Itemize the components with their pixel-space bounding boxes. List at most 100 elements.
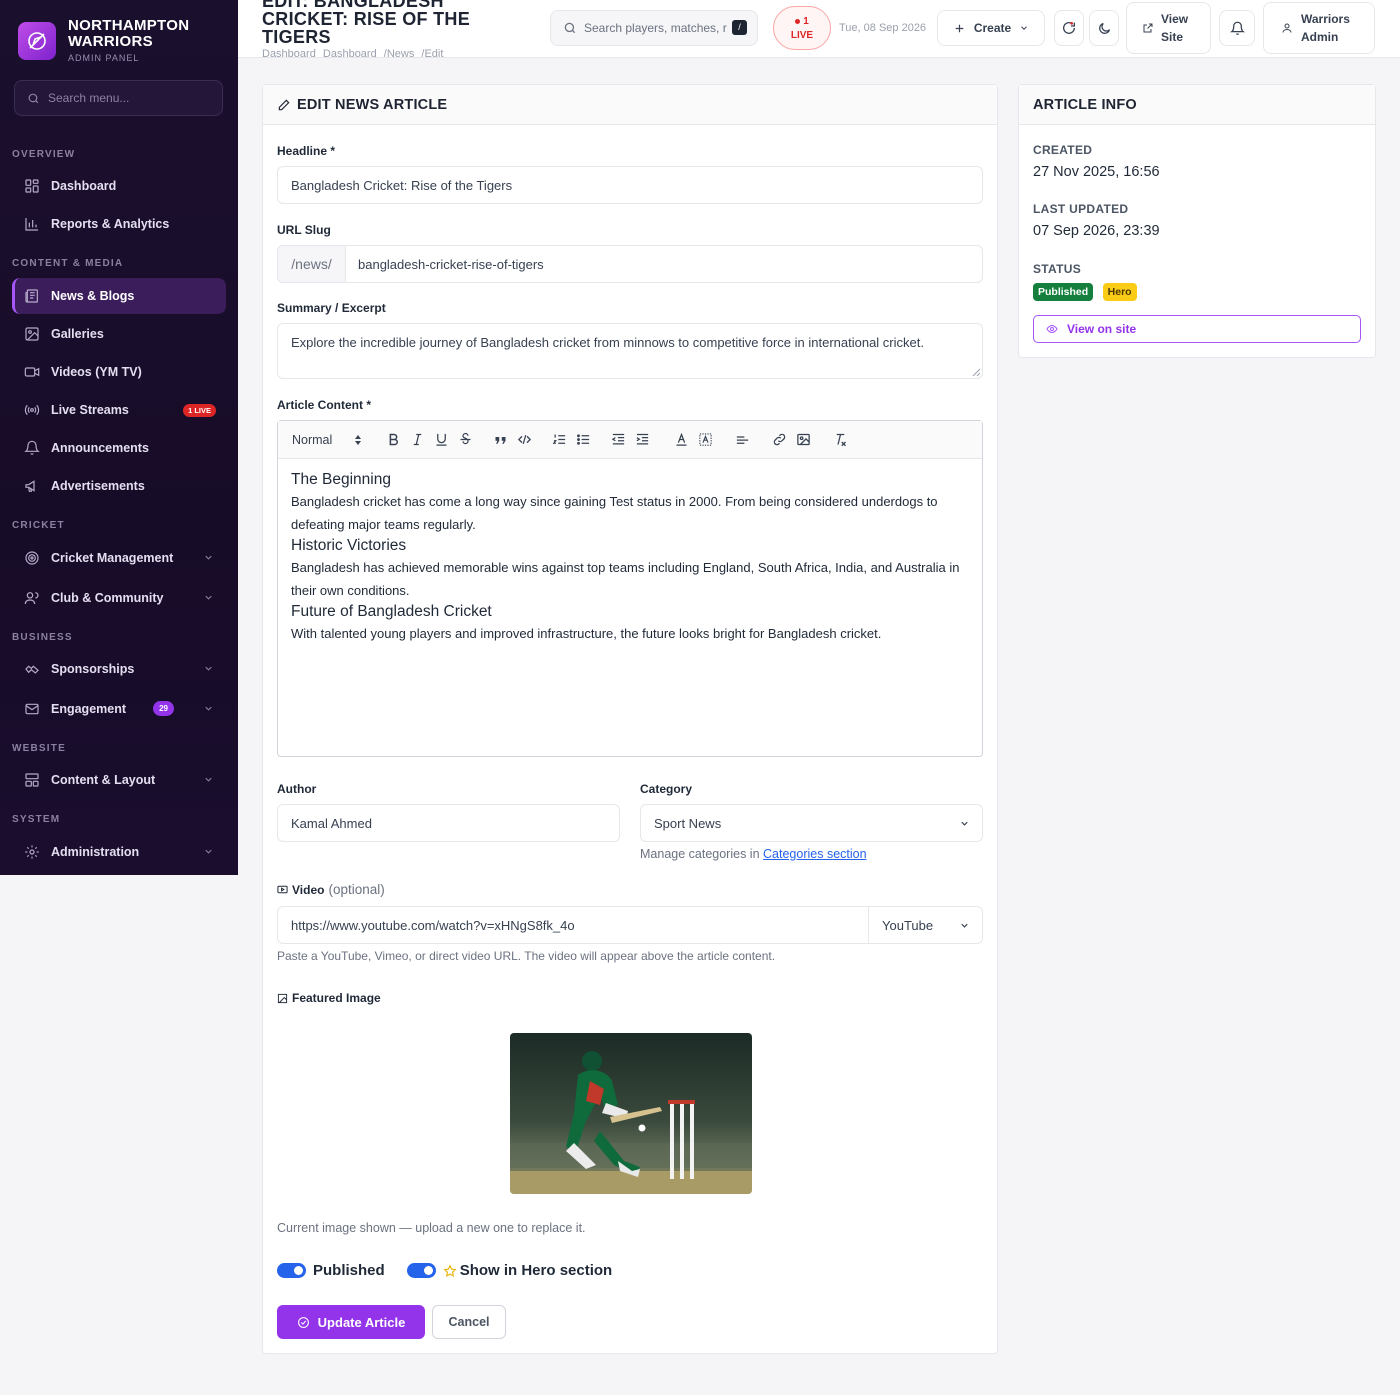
breadcrumb-item[interactable]: /News bbox=[384, 48, 415, 60]
update-article-button[interactable]: Update Article bbox=[277, 1305, 425, 1339]
featured-image-label-row: Featured Image bbox=[277, 991, 381, 1005]
notifications-button[interactable] bbox=[1219, 10, 1255, 46]
published-toggle[interactable] bbox=[277, 1263, 306, 1278]
headline-input[interactable]: Bangladesh Cricket: Rise of the Tigers bbox=[277, 166, 983, 204]
view-on-site-button[interactable]: View on site bbox=[1033, 315, 1361, 343]
blockquote-icon[interactable] bbox=[493, 432, 508, 447]
sidebar-search-input[interactable]: Search menu... bbox=[14, 80, 223, 116]
breadcrumb-item[interactable]: Dashboard bbox=[262, 48, 316, 60]
sidebar-item-announcements[interactable]: Announcements bbox=[12, 430, 226, 466]
live-badge: 1 LIVE bbox=[183, 404, 216, 417]
live-dot-icon bbox=[795, 18, 801, 24]
featured-image-preview[interactable] bbox=[510, 1033, 752, 1194]
rich-text-editor: Normal The Beginning Bangladesh cricket … bbox=[277, 420, 983, 757]
sidebar-item-label: Cricket Management bbox=[51, 551, 174, 565]
slug-input[interactable]: /news/ bangladesh-cricket-rise-of-tigers bbox=[277, 245, 983, 283]
summary-textarea[interactable]: Explore the incredible journey of Bangla… bbox=[277, 323, 983, 379]
breadcrumb-item[interactable]: Dashboard bbox=[323, 48, 377, 60]
section-content-media: CONTENT & MEDIA bbox=[12, 258, 124, 269]
sidebar-item-label: Announcements bbox=[51, 441, 149, 455]
indent-icon[interactable] bbox=[635, 432, 650, 447]
insert-image-icon[interactable] bbox=[796, 432, 811, 447]
global-search-input[interactable]: Search players, matches, r / bbox=[550, 10, 758, 46]
sidebar-item-label: Videos (YM TV) bbox=[51, 365, 142, 379]
sidebar-item-label: Advertisements bbox=[51, 479, 145, 493]
live-count: 1 bbox=[803, 16, 809, 27]
category-select[interactable]: Sport News bbox=[640, 804, 983, 842]
style-select[interactable]: Normal bbox=[292, 433, 332, 447]
sidebar-item-club-community[interactable]: Club & Community bbox=[12, 580, 226, 616]
content-paragraph: Bangladesh cricket has come a long way s… bbox=[291, 494, 938, 532]
ordered-list-icon[interactable] bbox=[552, 432, 567, 447]
editor-content[interactable]: The Beginning Bangladesh cricket has com… bbox=[278, 459, 982, 655]
video-url-input[interactable]: https://www.youtube.com/watch?v=xHNgS8fk… bbox=[277, 906, 869, 944]
handshake-icon bbox=[25, 665, 39, 674]
author-input[interactable]: Kamal Ahmed bbox=[277, 804, 620, 842]
update-label: Update Article bbox=[317, 1314, 406, 1330]
chevron-down-icon bbox=[1021, 26, 1028, 30]
hero-toggle[interactable] bbox=[406, 1263, 436, 1278]
live-indicator[interactable]: 1 LIVE bbox=[773, 6, 831, 50]
sidebar-item-label: Engagement bbox=[51, 702, 127, 716]
sidebar-item-dashboard[interactable]: Dashboard bbox=[12, 168, 226, 204]
code-icon[interactable] bbox=[517, 432, 532, 447]
topbar: EDIT: BANGLADESH CRICKET: RISE OF THE TI… bbox=[238, 0, 1400, 60]
content-label: Article Content * bbox=[277, 398, 372, 412]
bullet-list-icon[interactable] bbox=[576, 432, 591, 447]
refresh-icon bbox=[1063, 21, 1075, 34]
video-provider-select[interactable]: YouTube bbox=[869, 906, 983, 944]
underline-icon[interactable] bbox=[434, 432, 449, 447]
sidebar-item-engagement[interactable]: Engagement 29 bbox=[12, 691, 226, 727]
current-date: Tue, 08 Sep 2026 bbox=[839, 22, 927, 34]
status-badges: Published Hero bbox=[1033, 282, 1142, 301]
sidebar-item-administration[interactable]: Administration bbox=[12, 834, 226, 870]
link-icon[interactable] bbox=[772, 432, 787, 447]
sidebar-item-content-layout[interactable]: Content & Layout bbox=[12, 762, 226, 798]
sidebar-item-sponsorships[interactable]: Sponsorships bbox=[12, 651, 226, 687]
grid-icon bbox=[25, 179, 39, 193]
video-help: Paste a YouTube, Vimeo, or direct video … bbox=[277, 949, 776, 963]
section-overview: OVERVIEW bbox=[12, 149, 76, 160]
star-icon bbox=[443, 1263, 457, 1277]
sidebar-item-advertisements[interactable]: Advertisements bbox=[12, 468, 226, 504]
sidebar-item-live-streams[interactable]: Live Streams 1 LIVE bbox=[12, 392, 226, 428]
sidebar-item-galleries[interactable]: Galleries bbox=[12, 316, 226, 352]
content-heading: The Beginning bbox=[291, 471, 391, 488]
clear-format-icon[interactable] bbox=[833, 432, 848, 447]
status-badge-published: Published bbox=[1033, 283, 1094, 301]
sidebar-item-cricket-management[interactable]: Cricket Management bbox=[12, 540, 226, 576]
cancel-button[interactable]: Cancel bbox=[432, 1305, 506, 1339]
content-paragraph: With talented young players and improved… bbox=[291, 626, 882, 641]
user-menu[interactable]: Warriors Admin bbox=[1263, 2, 1375, 54]
italic-icon[interactable] bbox=[410, 432, 425, 447]
category-label: Category bbox=[640, 782, 693, 796]
refresh-button[interactable] bbox=[1054, 10, 1084, 46]
text-color-icon[interactable] bbox=[674, 432, 689, 447]
video-optional: (optional) bbox=[328, 882, 385, 897]
categories-link[interactable]: Categories section bbox=[763, 847, 867, 861]
moon-icon bbox=[1098, 22, 1110, 34]
create-label: Create bbox=[973, 21, 1012, 35]
create-button[interactable]: Create bbox=[937, 10, 1045, 46]
highlight-icon[interactable] bbox=[698, 432, 713, 447]
view-on-site-label: View on site bbox=[1067, 322, 1137, 336]
section-cricket: CRICKET bbox=[12, 520, 65, 531]
published-label: Published bbox=[313, 1262, 385, 1279]
view-site-button[interactable]: View Site bbox=[1126, 2, 1211, 54]
sidebar-item-reports[interactable]: Reports & Analytics bbox=[12, 206, 226, 242]
video-label: Video bbox=[292, 882, 325, 897]
brand[interactable]: NORTHAMPTON WARRIORS ADMIN PANEL bbox=[18, 18, 198, 63]
dark-mode-toggle[interactable] bbox=[1089, 10, 1119, 46]
sidebar-item-news[interactable]: News & Blogs bbox=[12, 278, 226, 314]
sidebar-item-videos[interactable]: Videos (YM TV) bbox=[12, 354, 226, 390]
page-title: EDIT: BANGLADESH CRICKET: RISE OF THE TI… bbox=[262, 0, 471, 47]
outdent-icon[interactable] bbox=[611, 432, 626, 447]
align-icon[interactable] bbox=[735, 432, 750, 447]
resize-handle-icon[interactable] bbox=[972, 368, 980, 376]
chevron-down-icon bbox=[961, 923, 968, 928]
strikethrough-icon[interactable] bbox=[458, 432, 473, 447]
live-label: LIVE bbox=[790, 30, 814, 41]
image-icon bbox=[277, 993, 288, 1003]
toggles-row: Published Show in Hero section bbox=[277, 1262, 612, 1279]
bold-icon[interactable] bbox=[386, 432, 401, 447]
